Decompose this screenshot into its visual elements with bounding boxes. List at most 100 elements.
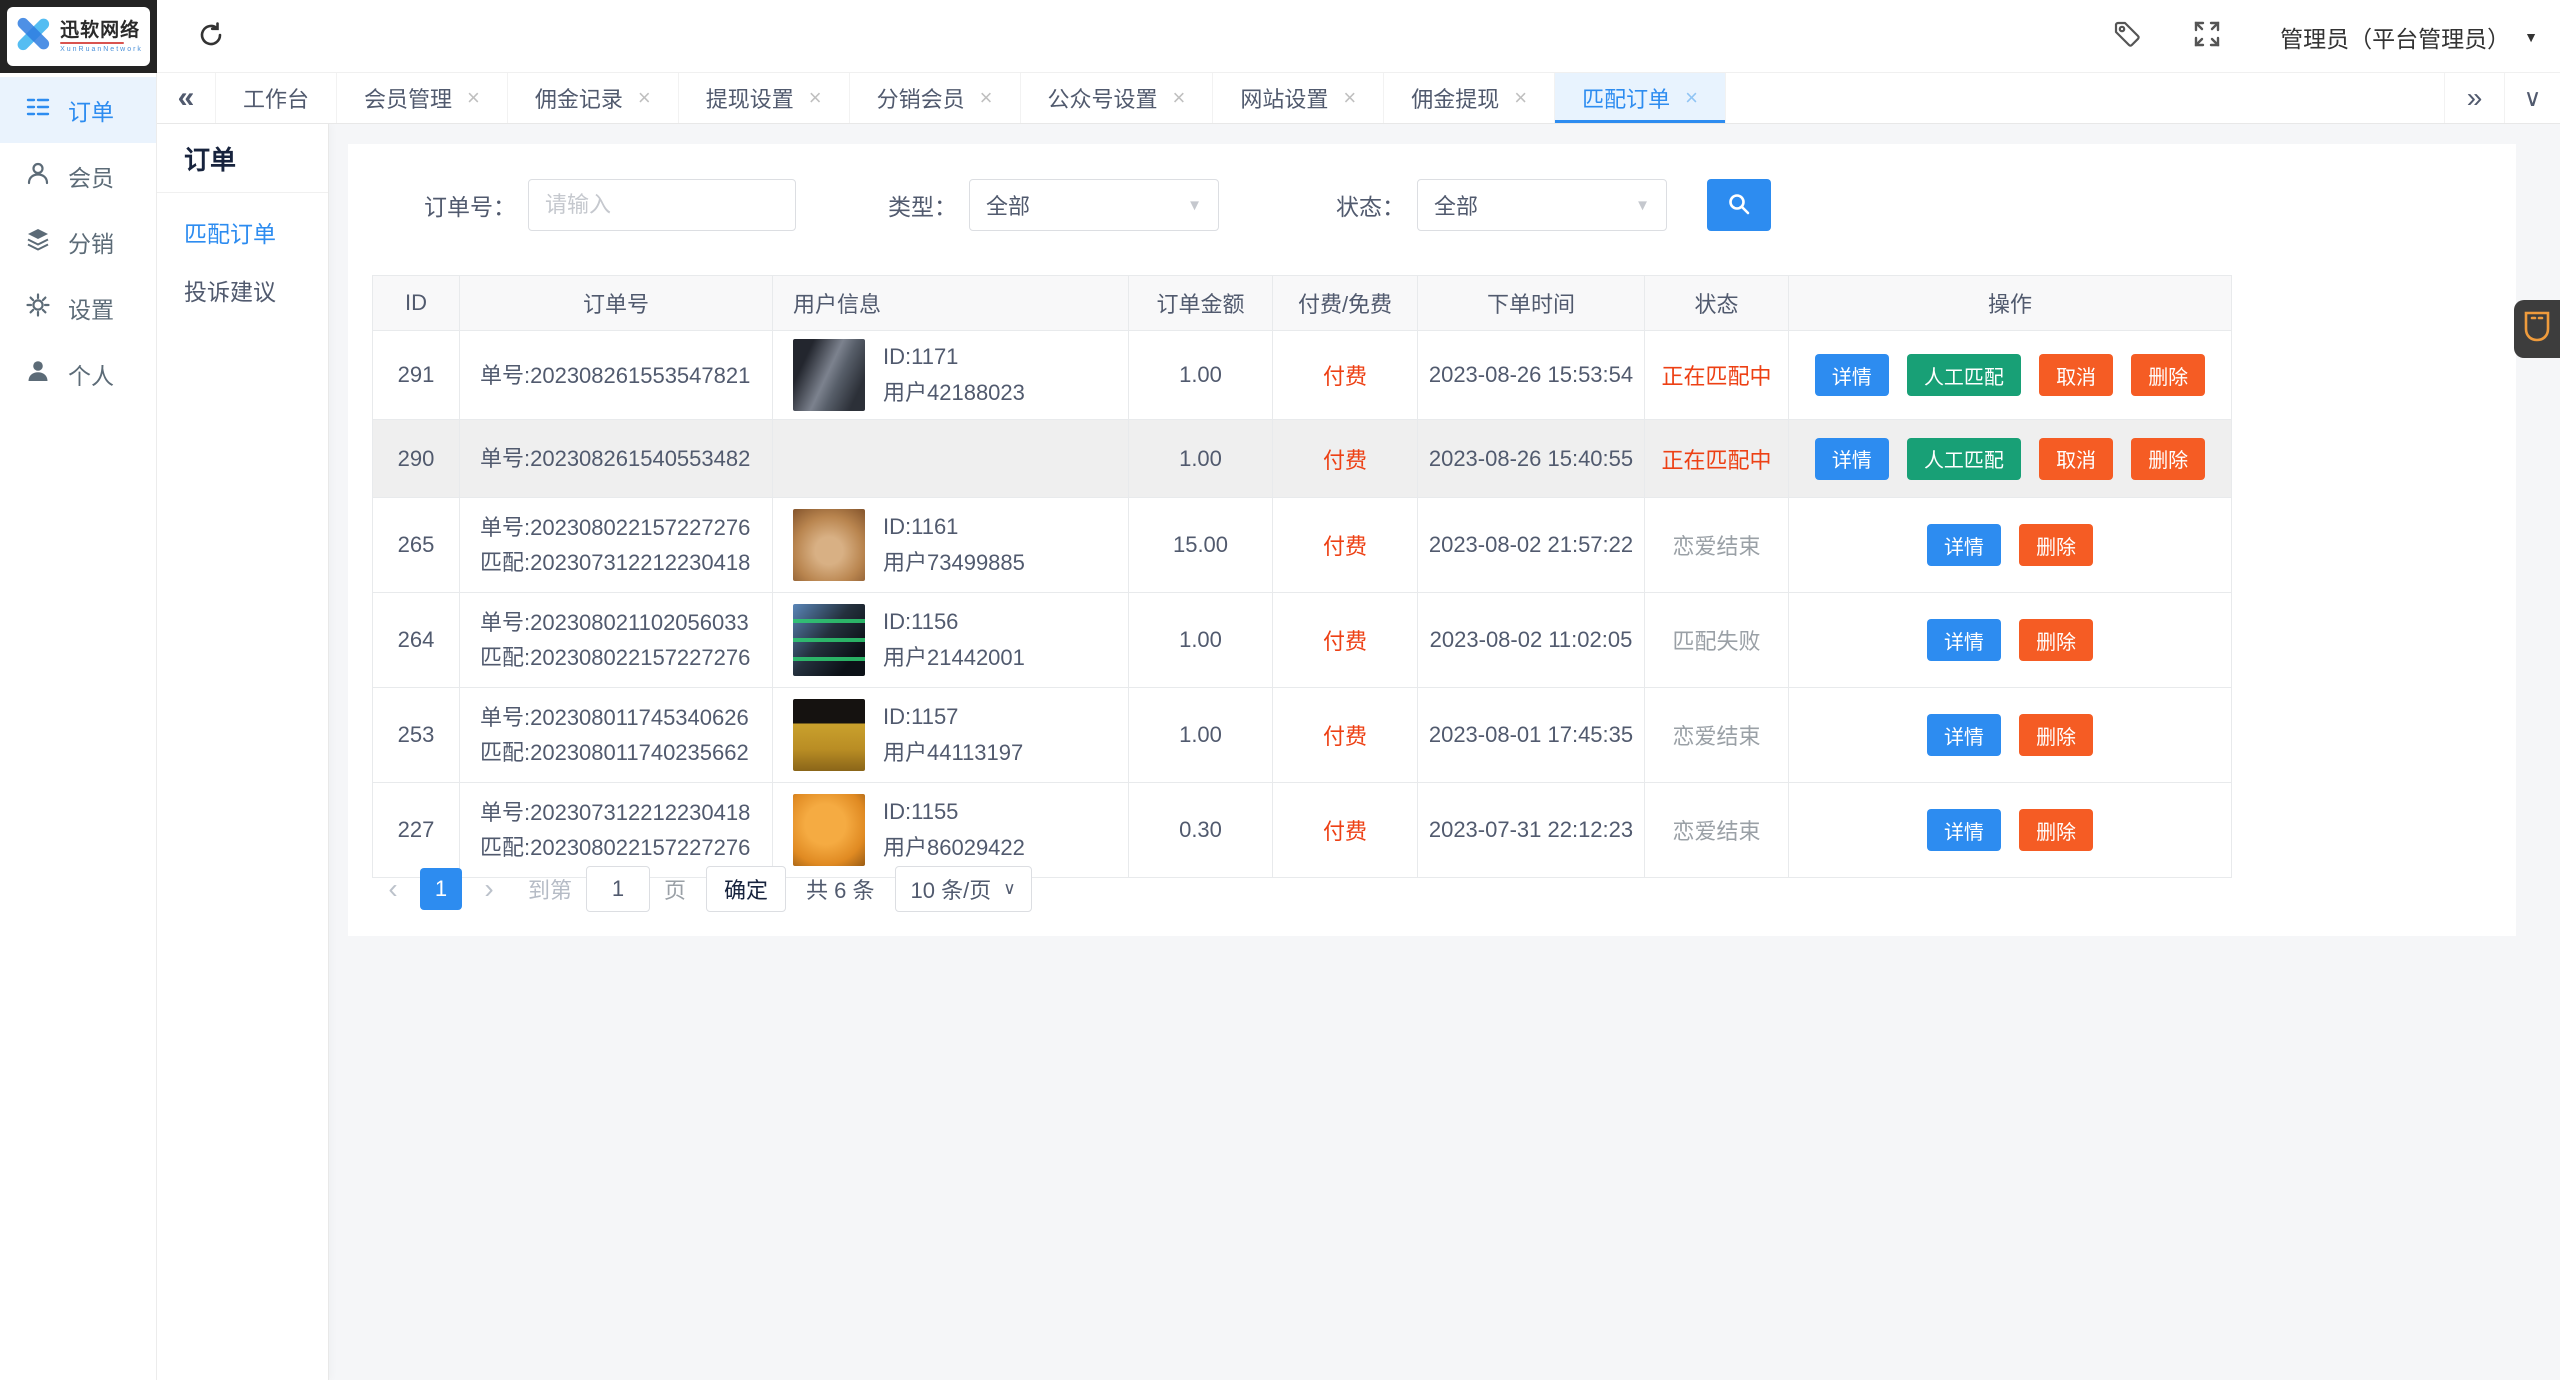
close-icon[interactable]: × (1173, 87, 1186, 109)
cell-order-no: 单号:202307312212230418 匹配:202308022157227… (459, 782, 773, 878)
close-icon[interactable]: × (467, 87, 480, 109)
delete-button[interactable]: 删除 (2131, 354, 2206, 396)
sidebar-item-distribution[interactable]: 分销 (0, 209, 156, 275)
cell-user-info: ID:1161 用户73499885 (772, 497, 1129, 593)
manual-match-button[interactable]: 人工匹配 (1906, 354, 2021, 396)
prev-page-button[interactable]: ‹ (372, 868, 414, 910)
user-name: 用户44113197 (883, 740, 1024, 765)
tab-website-settings[interactable]: 网站设置 × (1212, 73, 1383, 123)
refresh-icon (197, 21, 225, 54)
orders-table: ID 订单号 用户信息 订单金额 付费/免费 下单时间 状态 操作 291 单号… (372, 275, 2232, 878)
cell-amount: 15.00 (1128, 497, 1273, 593)
type-select-value: 全部 (986, 194, 1031, 219)
col-order-time: 下单时间 (1417, 275, 1645, 331)
detail-button[interactable]: 详情 (1814, 354, 1889, 396)
user-menu[interactable]: 管理员（平台管理员） ▼ (2280, 20, 2538, 54)
tabs-dropdown-button[interactable]: ∨ (2504, 73, 2560, 123)
tab-label: 网站设置 (1240, 87, 1329, 112)
user-avatar (793, 509, 865, 581)
order-no-line: 单号:202308261540553482 (480, 446, 751, 471)
page-size-value: 10 条/页 (910, 878, 992, 903)
cell-order-time: 2023-08-02 21:57:22 (1417, 497, 1645, 593)
sidebar-item-settings[interactable]: 设置 (0, 275, 156, 341)
submenu-item-complaints[interactable]: 投诉建议 (157, 261, 328, 319)
page-size-select[interactable]: 10 条/页 ∨ (894, 866, 1032, 912)
delete-button[interactable]: 删除 (2019, 714, 2094, 756)
type-select[interactable]: 全部 ▼ (969, 179, 1219, 231)
content-card: 订单号： 类型： 全部 ▼ 状态： 全部 ▼ (348, 144, 2516, 936)
caret-down-icon: ▼ (2524, 28, 2538, 45)
logo-title: 迅软网络 (60, 19, 141, 41)
cell-order-no: 单号:202308021102056033 匹配:202308022157227… (459, 592, 773, 688)
cell-amount: 1.00 (1128, 419, 1273, 498)
close-icon[interactable]: × (980, 87, 993, 109)
table-row: 290 单号:202308261540553482 1.00 付费 2023-0… (372, 419, 2232, 498)
cell-user-info: ID:1156 用户21442001 (772, 592, 1129, 688)
close-icon[interactable]: × (1343, 87, 1356, 109)
order-no-input[interactable] (528, 179, 796, 231)
cell-amount: 1.00 (1128, 687, 1273, 783)
topbar: 迅软网络 XunRuanNetwork 管理员（平台管理员） ▼ (0, 0, 2560, 73)
sidebar-item-label: 订单 (68, 99, 114, 125)
detail-button[interactable]: 详情 (1926, 809, 2001, 851)
manual-match-button[interactable]: 人工匹配 (1906, 437, 2021, 480)
delete-button[interactable]: 删除 (2019, 619, 2094, 661)
detail-button[interactable]: 详情 (1926, 714, 2001, 756)
status-select[interactable]: 全部 ▼ (1417, 179, 1667, 231)
sidebar-item-label: 会员 (68, 165, 114, 191)
submenu-item-match-orders[interactable]: 匹配订单 (157, 203, 328, 261)
next-page-button[interactable]: › (468, 868, 510, 910)
tabs-expand-button[interactable]: » (2444, 73, 2504, 123)
tab-official-account-settings[interactable]: 公众号设置 × (1019, 73, 1213, 123)
cancel-button[interactable]: 取消 (2039, 354, 2114, 396)
delete-button[interactable]: 删除 (2131, 437, 2206, 480)
tabbar: « 工作台 会员管理 × 佣金记录 × 提现设置 × 分销会员 × 公众号设置 … (157, 73, 2560, 124)
cell-actions: 详情 删除 (1788, 497, 2232, 593)
delete-button[interactable]: 删除 (2019, 524, 2094, 566)
user-id: ID:1156 (883, 609, 959, 634)
table-row: 227 单号:202307312212230418 匹配:20230802215… (372, 782, 2232, 878)
refresh-button[interactable] (194, 20, 228, 54)
order-no-line: 单号:202308011745340626 (480, 705, 749, 730)
tab-workbench[interactable]: 工作台 (215, 73, 336, 123)
sidebar-item-members[interactable]: 会员 (0, 143, 156, 209)
detail-button[interactable]: 详情 (1814, 437, 1889, 480)
cancel-button[interactable]: 取消 (2039, 437, 2114, 480)
detail-button[interactable]: 详情 (1926, 619, 2001, 661)
cell-order-time: 2023-08-01 17:45:35 (1417, 687, 1645, 783)
close-icon[interactable]: × (809, 87, 822, 109)
search-button[interactable] (1707, 179, 1771, 231)
sidebar-item-label: 分销 (68, 231, 114, 257)
device-preview-button[interactable] (2514, 300, 2560, 358)
user-id: ID:1161 (883, 514, 959, 539)
topbar-right: 管理员（平台管理员） ▼ (2110, 0, 2538, 73)
cell-id: 265 (372, 497, 460, 593)
pagination: ‹ 1 › 到第 页 确定 共 6 条 10 条/页 ∨ (372, 866, 1032, 912)
detail-button[interactable]: 详情 (1926, 524, 2001, 566)
sidebar-item-orders[interactable]: 订单 (0, 77, 156, 143)
tab-commission-withdraw[interactable]: 佣金提现 × (1383, 73, 1554, 123)
order-no-line: 单号:202308022157227276 (480, 515, 751, 540)
close-icon[interactable]: × (1685, 87, 1698, 109)
filter-bar: 订单号： 类型： 全部 ▼ 状态： 全部 ▼ (348, 144, 2516, 266)
fullscreen-button[interactable] (2190, 20, 2224, 54)
tabs-collapse-button[interactable]: « (157, 73, 215, 123)
page-1-button[interactable]: 1 (420, 868, 462, 910)
sidebar-item-profile[interactable]: 个人 (0, 341, 156, 407)
tab-member-manage[interactable]: 会员管理 × (336, 73, 507, 123)
tab-distribution-members[interactable]: 分销会员 × (848, 73, 1020, 123)
close-icon[interactable]: × (1514, 87, 1527, 109)
tab-commission-records[interactable]: 佣金记录 × (506, 73, 678, 123)
cell-actions: 详情 删除 (1788, 687, 2232, 783)
tab-withdraw-settings[interactable]: 提现设置 × (677, 73, 849, 123)
cell-order-time: 2023-08-26 15:40:55 (1417, 419, 1645, 498)
confirm-button[interactable]: 确定 (706, 866, 787, 912)
close-icon[interactable]: × (638, 87, 651, 109)
tab-match-orders[interactable]: 匹配订单 × (1554, 73, 1727, 123)
tag-button[interactable] (2110, 20, 2144, 54)
status-select-value: 全部 (1434, 194, 1479, 219)
delete-button[interactable]: 删除 (2019, 809, 2094, 851)
select-caret-icon: ▼ (1187, 196, 1202, 214)
tabs: 工作台 会员管理 × 佣金记录 × 提现设置 × 分销会员 × 公众号设置 × (215, 73, 1727, 123)
goto-page-input[interactable] (586, 866, 651, 912)
